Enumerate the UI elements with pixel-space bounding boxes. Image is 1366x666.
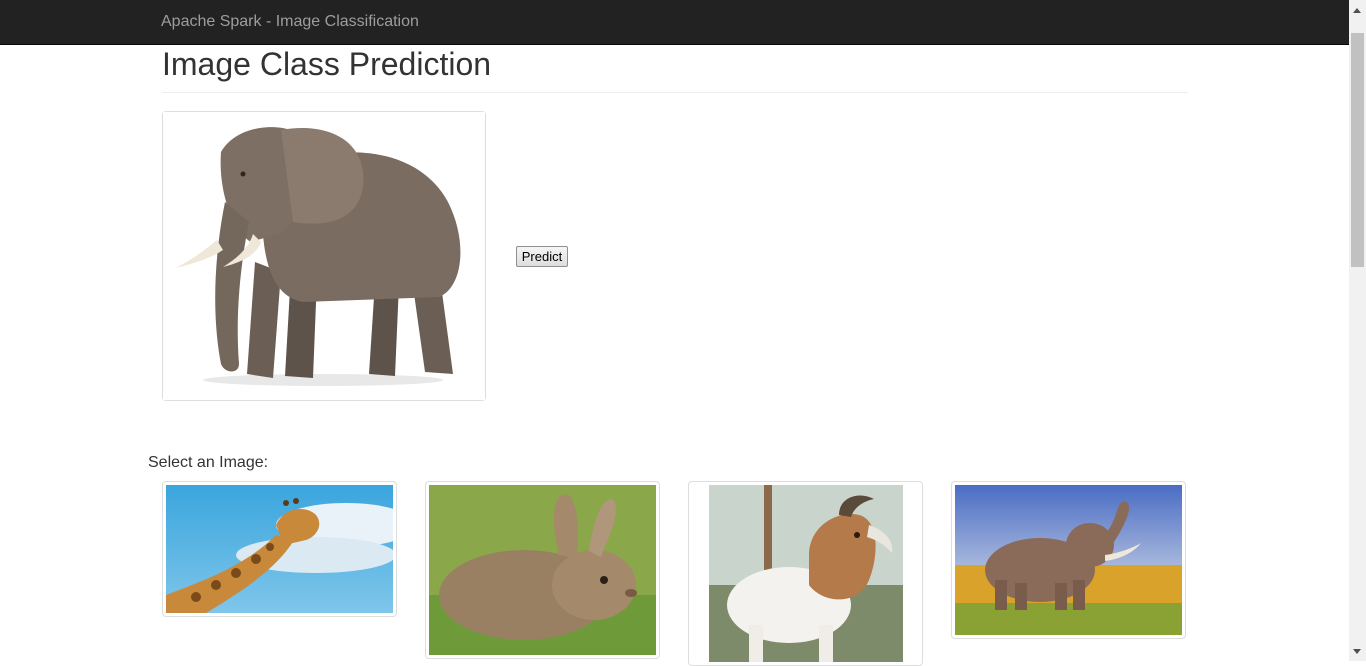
vertical-scrollbar[interactable] bbox=[1349, 0, 1366, 661]
scroll-up-arrow-icon[interactable] bbox=[1353, 8, 1361, 13]
navbar-brand[interactable]: Apache Spark - Image Classification bbox=[161, 13, 419, 31]
rabbit-image bbox=[429, 485, 656, 655]
gallery-item-giraffe[interactable] bbox=[162, 481, 397, 617]
gallery-item-elephant[interactable] bbox=[951, 481, 1186, 639]
title-divider bbox=[162, 92, 1188, 93]
scroll-down-arrow-icon[interactable] bbox=[1353, 649, 1361, 654]
select-image-label: Select an Image: bbox=[148, 454, 269, 471]
page-title: Image Class Prediction bbox=[162, 46, 492, 82]
preview-image-frame bbox=[162, 111, 486, 401]
preview-elephant-image bbox=[163, 112, 485, 400]
predict-button[interactable]: Predict bbox=[516, 246, 568, 267]
gallery-item-goat[interactable] bbox=[688, 481, 923, 666]
navbar: Apache Spark - Image Classification bbox=[0, 0, 1349, 45]
elephant-savanna-image bbox=[955, 485, 1182, 635]
scroll-thumb[interactable] bbox=[1351, 33, 1364, 267]
giraffe-image bbox=[166, 485, 393, 613]
goat-image bbox=[709, 485, 903, 662]
gallery-item-rabbit[interactable] bbox=[425, 481, 660, 659]
